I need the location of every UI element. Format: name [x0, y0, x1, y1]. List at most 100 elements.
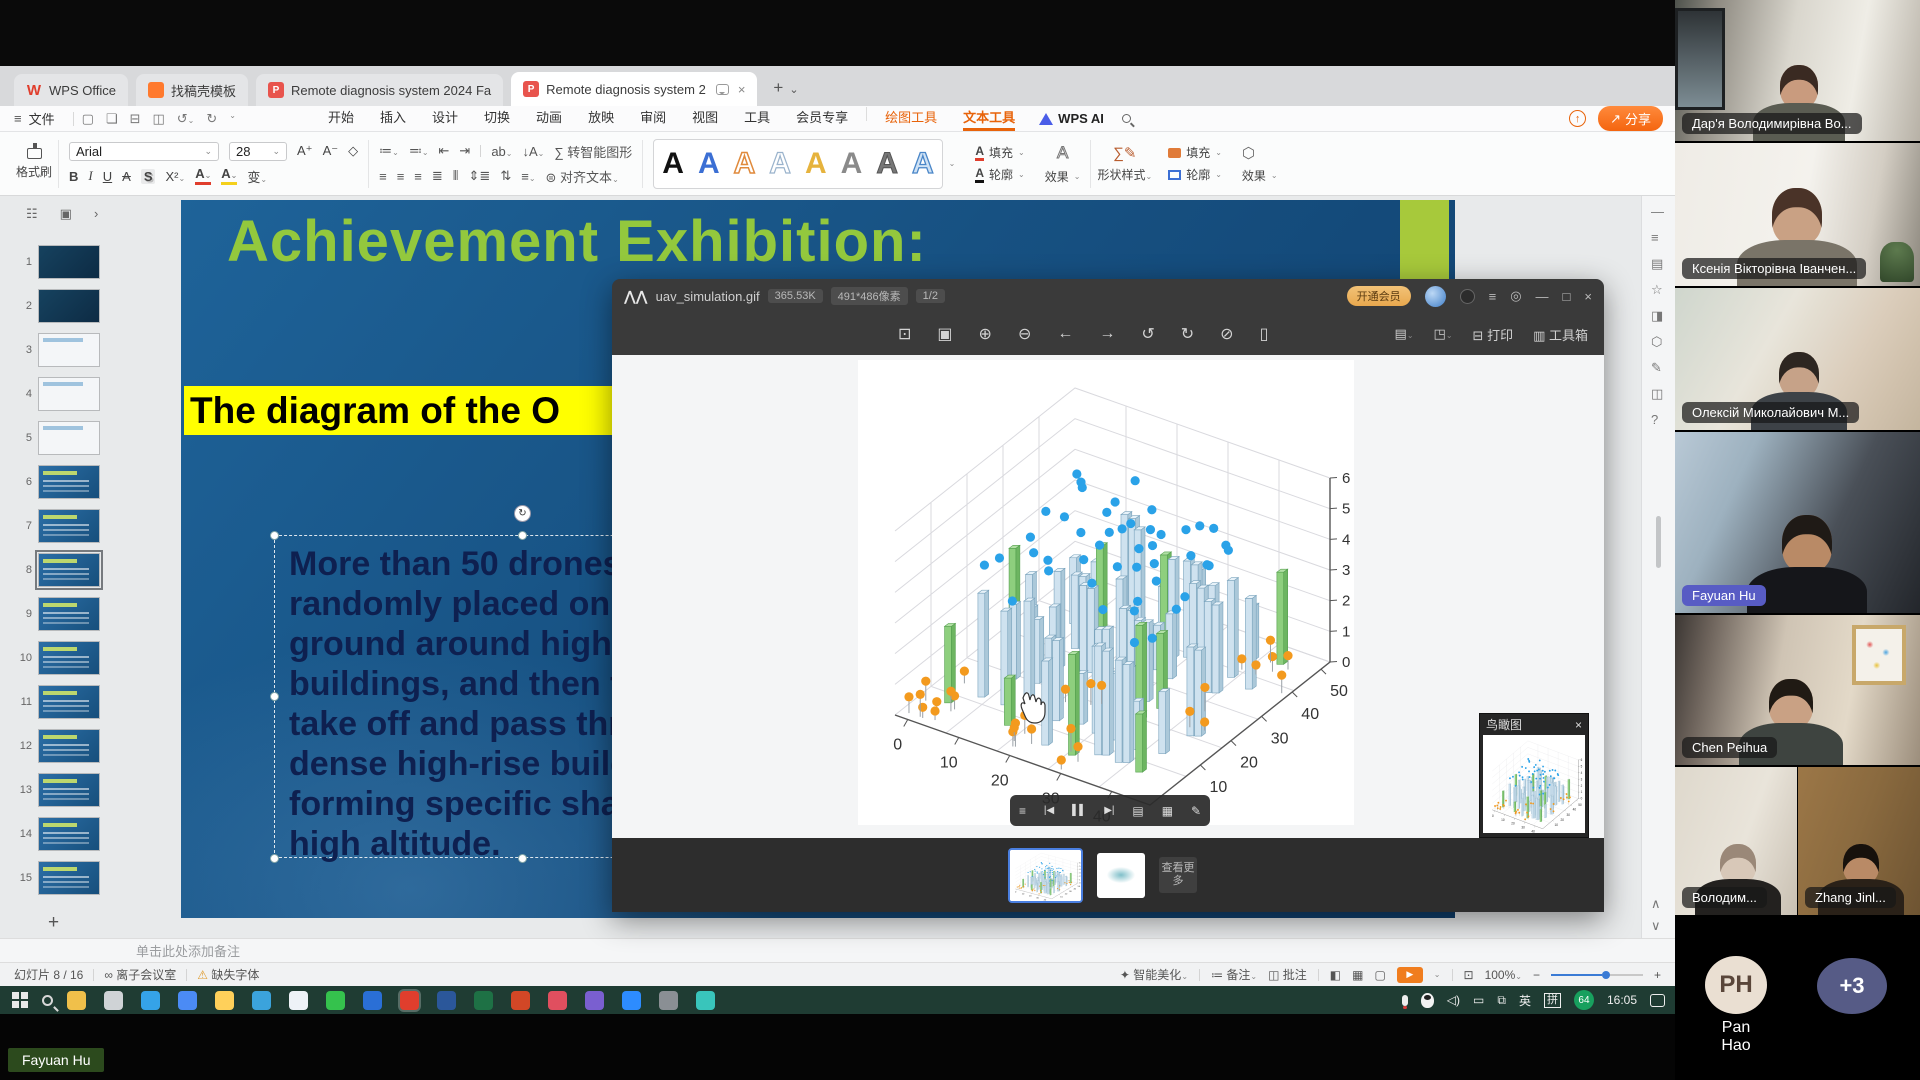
- shape-styles-button[interactable]: ∑✎ 形状样式⌄: [1091, 144, 1158, 183]
- clock[interactable]: 16:05: [1607, 993, 1637, 1007]
- play-options-icon[interactable]: ⌄: [1434, 970, 1441, 979]
- vip-upgrade-button[interactable]: 开通会员: [1347, 286, 1411, 306]
- text-style-8[interactable]: A: [912, 149, 934, 179]
- slide-thumbnail-9[interactable]: 9: [14, 592, 122, 636]
- crop-icon[interactable]: ◳⌄: [1434, 326, 1453, 342]
- decrease-indent-icon[interactable]: ⇤: [439, 143, 450, 159]
- save-frame-icon[interactable]: ▤: [1132, 804, 1143, 818]
- properties-pane-icon[interactable]: ≡: [1651, 230, 1659, 245]
- video-tile[interactable]: Дар'я Володимирівна Во...: [1675, 0, 1920, 143]
- new-tab-button[interactable]: +: [773, 78, 783, 98]
- bold-button[interactable]: B: [69, 169, 78, 184]
- zoom-out-icon[interactable]: ⊖: [1018, 324, 1031, 344]
- zoom-level[interactable]: 100%⌄: [1485, 968, 1522, 982]
- ime-pinyin[interactable]: 拼: [1544, 993, 1561, 1008]
- start-button[interactable]: [12, 992, 28, 1008]
- redo-icon[interactable]: ↻: [206, 111, 217, 127]
- comments-button[interactable]: ◫ 批注: [1268, 966, 1307, 983]
- shape-pane-icon[interactable]: ⬡: [1651, 334, 1662, 350]
- zoom-out-button[interactable]: −: [1533, 968, 1540, 982]
- viewer-minimize-icon[interactable]: —: [1536, 289, 1549, 304]
- shadow-button[interactable]: S: [141, 169, 156, 184]
- superscript-button[interactable]: X²⌄: [165, 169, 185, 184]
- video-tile[interactable]: Олексій Миколайович М...: [1675, 288, 1920, 432]
- avatar[interactable]: PH: [1705, 956, 1767, 1014]
- underline-button[interactable]: U: [103, 169, 112, 184]
- menu-3[interactable]: 设计: [432, 107, 458, 131]
- tab-close-icon[interactable]: ×: [738, 82, 746, 97]
- selection-handle[interactable]: [270, 854, 279, 863]
- text-style-5[interactable]: A: [805, 149, 827, 179]
- align-right-icon[interactable]: ≡: [414, 169, 422, 184]
- slide-thumbnail-11[interactable]: 11: [14, 680, 122, 724]
- print-preview-icon[interactable]: ◫: [152, 111, 164, 127]
- missing-font-warning[interactable]: ⚠ 缺失字体: [197, 966, 259, 983]
- pause-icon[interactable]: ▌▌: [1072, 805, 1086, 816]
- menu-5[interactable]: 动画: [536, 107, 562, 131]
- zoom-in-button[interactable]: +: [1654, 968, 1661, 982]
- rotate-left-icon[interactable]: ↺: [1141, 324, 1154, 344]
- slide-thumbnail-7[interactable]: 7: [14, 504, 122, 548]
- slide-thumbnail-8[interactable]: 8: [14, 548, 122, 592]
- hamburger-icon[interactable]: ≡: [14, 111, 23, 126]
- decrease-font-icon[interactable]: A⁻: [323, 143, 339, 159]
- rotate-handle[interactable]: ↻: [514, 505, 531, 522]
- align-left-icon[interactable]: ≡: [379, 169, 387, 184]
- strikethrough-button[interactable]: A: [122, 169, 131, 184]
- zoom-in-icon[interactable]: ⊕: [979, 324, 992, 344]
- print-button[interactable]: ⊟ 打印: [1473, 325, 1514, 344]
- menu-8[interactable]: 视图: [692, 107, 718, 131]
- taskbar-icon-chrome-browser[interactable]: [178, 991, 197, 1010]
- add-slide-button[interactable]: +: [48, 912, 59, 934]
- font-name-select[interactable]: Arial⌄: [69, 142, 219, 161]
- undo-icon[interactable]: ↺⌄: [177, 111, 195, 127]
- toolbox-button[interactable]: ▥ 工具箱: [1533, 325, 1588, 344]
- vertical-scrollbar[interactable]: [1656, 516, 1661, 568]
- image-viewer-window[interactable]: ⋀⋀ uav_simulation.gif 365.53K 491*486像素 …: [612, 279, 1604, 912]
- view-more-frames-button[interactable]: 查看更多: [1159, 857, 1197, 893]
- next-image-icon[interactable]: →: [1099, 325, 1115, 343]
- text-style-1[interactable]: A: [662, 149, 684, 179]
- more-icon[interactable]: ⌄: [229, 111, 236, 127]
- bullet-list-icon[interactable]: ≔⌄: [379, 143, 399, 159]
- taskbar-icon-powerpoint[interactable]: [511, 991, 530, 1010]
- text-effects-button[interactable]: 效果⌄: [1045, 168, 1081, 185]
- video-tile[interactable]: Chen Peihua: [1675, 615, 1920, 767]
- text-style-4[interactable]: A: [769, 149, 791, 179]
- smart-graphic-button[interactable]: ∑ 转智能图形: [554, 142, 632, 161]
- speaker-icon[interactable]: ◁): [1447, 993, 1460, 1007]
- prev-image-icon[interactable]: ←: [1057, 325, 1073, 343]
- image-pane-icon[interactable]: ◨: [1651, 308, 1663, 324]
- menu-10[interactable]: 会员专享: [796, 107, 848, 131]
- new-file-icon[interactable]: ▢: [82, 111, 94, 127]
- birdview-close-icon[interactable]: ×: [1575, 718, 1582, 732]
- slide-thumbnail-4[interactable]: 4: [14, 372, 122, 416]
- image-edit-icon[interactable]: ▤⌄: [1395, 326, 1414, 342]
- shape-effects-button[interactable]: 效果⌄: [1242, 167, 1278, 184]
- taskbar-icon-excel[interactable]: [474, 991, 493, 1010]
- numbered-list-icon[interactable]: ≕⌄: [409, 143, 429, 159]
- next-frame-icon[interactable]: ▶|: [1104, 805, 1114, 816]
- menu-2[interactable]: 插入: [380, 107, 406, 131]
- video-tile[interactable]: Ксенія Вікторівна Іванчен...: [1675, 143, 1920, 288]
- font-color-button[interactable]: A⌄: [195, 167, 211, 185]
- video-tile[interactable]: Zhang Jinl...: [1798, 767, 1920, 915]
- slide-thumbnail-2[interactable]: 2: [14, 284, 122, 328]
- menu-6[interactable]: 放映: [588, 107, 614, 131]
- taskbar-icon-notes-app[interactable]: [659, 991, 678, 1010]
- print-icon[interactable]: ⊟: [130, 111, 141, 127]
- meeting-room-button[interactable]: ∞ 离子会议室: [104, 966, 176, 983]
- zoom-slider[interactable]: [1551, 974, 1643, 976]
- taskbar-icon-mail[interactable]: [252, 991, 271, 1010]
- battery-indicator[interactable]: 64: [1574, 990, 1594, 1010]
- menu-1[interactable]: 开始: [328, 107, 354, 131]
- next-slide-icon[interactable]: ∨: [1651, 918, 1661, 934]
- pointer-mode-icon[interactable]: ▯: [1260, 324, 1269, 344]
- slide-thumbnail-14[interactable]: 14: [14, 812, 122, 856]
- text-outline-button[interactable]: A轮廓⌄: [975, 166, 1024, 183]
- microphone-tray-icon[interactable]: [1402, 995, 1408, 1006]
- font-size-select[interactable]: 28⌄: [229, 142, 287, 161]
- document-tab[interactable]: 找稿壳模板: [136, 74, 248, 106]
- search-icon[interactable]: [1122, 114, 1131, 123]
- video-tile[interactable]: Володим...: [1675, 767, 1797, 915]
